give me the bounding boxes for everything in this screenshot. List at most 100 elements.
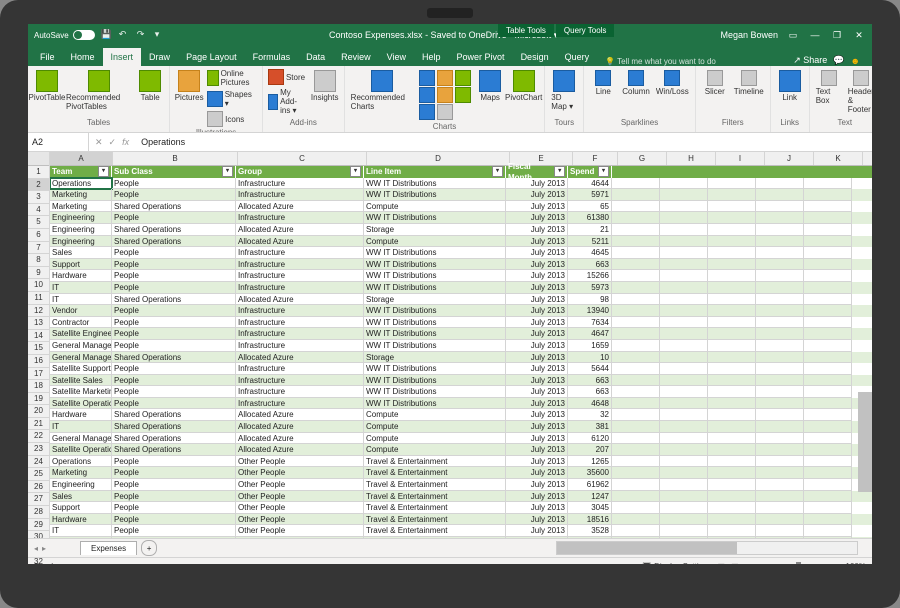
cell[interactable] — [660, 317, 708, 329]
store-button[interactable]: Store — [267, 68, 308, 86]
cell[interactable] — [708, 444, 756, 456]
cell[interactable] — [612, 514, 660, 526]
cell[interactable] — [804, 467, 852, 479]
row-header[interactable]: 21 — [28, 418, 49, 431]
table-row[interactable]: EngineeringShared OperationsAllocated Az… — [50, 224, 872, 236]
pictures-button[interactable]: Pictures — [174, 68, 204, 104]
cell[interactable]: July 2013 — [506, 409, 568, 421]
table-row[interactable]: Satellite OperationPeopleInfrastructureW… — [50, 398, 872, 410]
cell[interactable]: 4644 — [568, 178, 612, 190]
cell[interactable]: WW IT Distributions — [364, 178, 506, 190]
cell[interactable]: Compute — [364, 444, 506, 456]
cell[interactable]: Marketing — [50, 201, 112, 213]
cell[interactable]: 663 — [568, 375, 612, 387]
cell[interactable]: Contractor — [50, 317, 112, 329]
cell[interactable] — [756, 352, 804, 364]
redo-icon[interactable]: ↷ — [137, 29, 149, 41]
cell[interactable]: IT — [50, 525, 112, 537]
cell[interactable] — [612, 479, 660, 491]
maximize-button[interactable]: ❐ — [830, 28, 844, 42]
cell[interactable]: People — [112, 375, 236, 387]
cell[interactable]: 4647 — [568, 328, 612, 340]
cell[interactable]: Allocated Azure — [236, 236, 364, 248]
chart-type-icon[interactable] — [437, 87, 453, 103]
row-header[interactable]: 4 — [28, 204, 49, 217]
cell[interactable]: 61380 — [568, 212, 612, 224]
cell[interactable]: July 2013 — [506, 201, 568, 213]
cell[interactable]: People — [112, 305, 236, 317]
table-row[interactable]: ITPeopleOther PeopleTravel & Entertainme… — [50, 525, 872, 537]
view-normal-icon[interactable]: ▦ — [718, 562, 726, 565]
table-row[interactable]: General ManagemShared OperationsAllocate… — [50, 352, 872, 364]
cell[interactable] — [804, 433, 852, 445]
cell[interactable] — [756, 456, 804, 468]
cell[interactable] — [660, 328, 708, 340]
cell[interactable]: Infrastructure — [236, 270, 364, 282]
autosave-toggle[interactable]: AutoSave — [34, 30, 95, 40]
column-header[interactable]: G — [618, 152, 667, 165]
cell[interactable] — [708, 328, 756, 340]
cell[interactable] — [804, 236, 852, 248]
cell[interactable] — [660, 270, 708, 282]
tab-page-layout[interactable]: Page Layout — [178, 48, 245, 66]
cell[interactable]: Hardware — [50, 270, 112, 282]
cell[interactable]: Other People — [236, 467, 364, 479]
cell[interactable] — [804, 479, 852, 491]
cell[interactable] — [756, 189, 804, 201]
cell[interactable]: July 2013 — [506, 514, 568, 526]
cell[interactable]: WW IT Distributions — [364, 282, 506, 294]
cell[interactable] — [612, 398, 660, 410]
cell[interactable]: Storage — [364, 352, 506, 364]
cell[interactable]: People — [112, 386, 236, 398]
cell[interactable]: WW IT Distributions — [364, 212, 506, 224]
tab-draw[interactable]: Draw — [141, 48, 178, 66]
tab-power-pivot[interactable]: Power Pivot — [449, 48, 513, 66]
qat-more-icon[interactable]: ▾ — [155, 29, 167, 41]
table-row[interactable]: SalesPeopleInfrastructureWW IT Distribut… — [50, 247, 872, 259]
cell[interactable] — [660, 259, 708, 271]
cell[interactable]: Infrastructure — [236, 189, 364, 201]
cell[interactable] — [756, 224, 804, 236]
cell[interactable] — [708, 212, 756, 224]
cell[interactable]: Shared Operations — [112, 409, 236, 421]
cell[interactable] — [756, 294, 804, 306]
row-header[interactable]: 12 — [28, 305, 49, 318]
cell[interactable]: 10 — [568, 352, 612, 364]
cell[interactable]: Marketing — [50, 467, 112, 479]
cell[interactable]: Infrastructure — [236, 178, 364, 190]
cell[interactable]: July 2013 — [506, 363, 568, 375]
cell[interactable] — [612, 375, 660, 387]
cell[interactable] — [660, 514, 708, 526]
cell[interactable]: 32 — [568, 409, 612, 421]
row-header[interactable]: 29 — [28, 519, 49, 532]
row-header[interactable]: 24 — [28, 456, 49, 469]
tab-review[interactable]: Review — [333, 48, 379, 66]
cell[interactable]: Shared Operations — [112, 201, 236, 213]
cell[interactable] — [612, 352, 660, 364]
cell[interactable] — [804, 502, 852, 514]
cell[interactable]: Satellite Marketing — [50, 386, 112, 398]
filter-icon[interactable]: ▾ — [492, 166, 503, 177]
cell[interactable]: 6120 — [568, 433, 612, 445]
cell[interactable]: Allocated Azure — [236, 409, 364, 421]
cell[interactable]: Infrastructure — [236, 212, 364, 224]
cell[interactable] — [708, 247, 756, 259]
cell[interactable]: July 2013 — [506, 386, 568, 398]
cell[interactable]: July 2013 — [506, 340, 568, 352]
cell[interactable]: WW IT Distributions — [364, 375, 506, 387]
cell[interactable]: 4648 — [568, 398, 612, 410]
cell[interactable] — [756, 247, 804, 259]
cell[interactable]: July 2013 — [506, 270, 568, 282]
cell[interactable]: People — [112, 178, 236, 190]
cell[interactable] — [804, 328, 852, 340]
cell[interactable] — [804, 259, 852, 271]
row-header[interactable]: 15 — [28, 342, 49, 355]
cell[interactable] — [756, 259, 804, 271]
table-row[interactable]: VendorPeopleInfrastructureWW IT Distribu… — [50, 305, 872, 317]
cell[interactable] — [660, 294, 708, 306]
cell[interactable] — [756, 236, 804, 248]
cell[interactable] — [660, 178, 708, 190]
cell[interactable]: Allocated Azure — [236, 433, 364, 445]
select-all-corner[interactable] — [28, 152, 49, 166]
insights-button[interactable]: Insights — [310, 68, 340, 104]
